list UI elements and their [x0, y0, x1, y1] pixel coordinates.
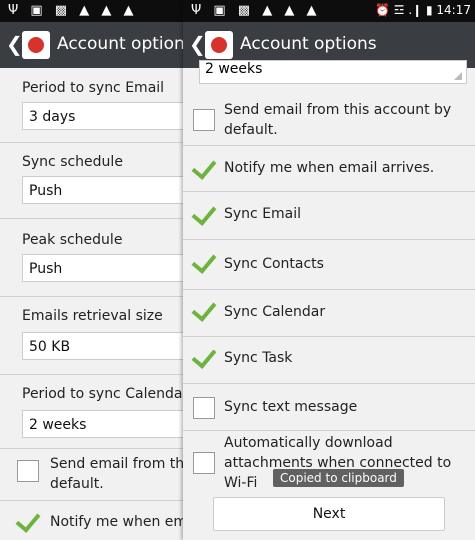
divider [183, 239, 475, 240]
divider [183, 191, 475, 192]
sync-email-label: Sync Email [224, 206, 302, 222]
notification-icons: Ψ ▣ ▩ ▲ ▲ ▲ [191, 3, 321, 18]
send-email-default-checkbox[interactable] [17, 460, 39, 482]
sync-contacts-checkbox[interactable] [193, 251, 215, 273]
sync-text-message-checkbox[interactable] [193, 397, 215, 419]
divider [183, 383, 475, 384]
status-bar: Ψ ▣ ▩ ▲ ▲ ▲ ⏰ ☲ .❙ ▮ 14:17 [183, 0, 475, 22]
notify-label: Notify me when em [50, 514, 188, 530]
notify-checkbox[interactable] [17, 510, 39, 532]
back-arrow-icon[interactable]: ❮ [189, 32, 206, 56]
send-email-default-label: Send email from this account by default. [224, 102, 452, 138]
page-title: Account options [57, 34, 194, 54]
sync-task-checkbox[interactable] [193, 346, 215, 368]
auto-download-checkbox[interactable] [193, 452, 215, 474]
sync-contacts-label: Sync Contacts [224, 256, 324, 272]
notify-label: Notify me when email arrives. [224, 160, 435, 176]
divider [183, 289, 475, 290]
sync-text-message-label: Sync text message [224, 399, 358, 415]
send-email-line-2: default. [50, 476, 104, 492]
send-email-default-label: Send email from thi default. [50, 454, 188, 494]
notify-checkbox[interactable] [193, 157, 215, 179]
divider [183, 430, 475, 431]
sync-calendar-label: Sync Calendar [224, 304, 326, 320]
sync-schedule-label: Sync schedule [22, 154, 123, 170]
sync-calendar-checkbox[interactable] [193, 299, 215, 321]
notification-icons: Ψ ▣ ▩ ▲ ▲ ▲ [8, 3, 138, 18]
period-sync-email-label: Period to sync Email [22, 80, 165, 96]
clipboard-toast: Copied to clipboard [273, 469, 404, 487]
page-title: Account options [240, 34, 377, 54]
field-value: 2 weeks [205, 61, 263, 77]
period-sync-calendar-label: Period to sync Calendar [22, 386, 189, 402]
status-indicators: ⏰ ☲ .❙ ▮ 14:17 [374, 3, 471, 17]
send-email-line-1: Send email from thi [50, 456, 189, 472]
divider [183, 145, 475, 146]
period-sync-calendar-field[interactable]: 2 weeks [199, 60, 467, 84]
send-email-default-checkbox[interactable] [193, 109, 215, 131]
divider [183, 336, 475, 337]
email-app-icon [205, 31, 233, 59]
emails-retrieval-size-label: Emails retrieval size [22, 308, 163, 324]
back-arrow-icon[interactable]: ❮ [6, 32, 23, 56]
next-button[interactable]: Next [213, 497, 445, 531]
email-app-icon [22, 31, 50, 59]
peak-schedule-label: Peak schedule [22, 232, 123, 248]
resize-corner-icon [454, 72, 462, 80]
sync-task-label: Sync Task [224, 350, 293, 366]
sync-email-checkbox[interactable] [193, 203, 215, 225]
right-screen: Ψ ▣ ▩ ▲ ▲ ▲ ⏰ ☲ .❙ ▮ 14:17 ❮ Account opt… [183, 0, 475, 540]
